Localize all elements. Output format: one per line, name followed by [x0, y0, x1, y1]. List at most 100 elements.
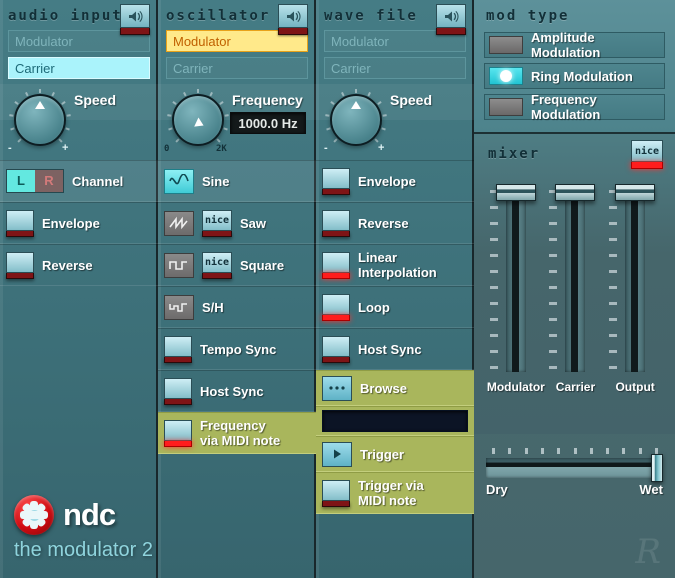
wave-file-linear-interpolation-label: Linear Interpolation: [358, 250, 437, 280]
dry-wet-track[interactable]: [486, 454, 663, 482]
mod-type-frequency-modulation[interactable]: Frequency Modulation: [484, 92, 665, 122]
wave-file-linear-interpolation-toggle[interactable]: [322, 251, 350, 279]
channel-left-button[interactable]: L: [7, 170, 35, 192]
wave-file-row-trigger[interactable]: Trigger: [316, 436, 474, 472]
audio-input-row-reverse[interactable]: Reverse: [0, 244, 158, 286]
wave-file-browse-label: Browse: [360, 380, 407, 396]
oscillator-square-nice-button[interactable]: nice: [202, 251, 232, 279]
oscillator-row-saw[interactable]: nice Saw: [158, 202, 316, 244]
wave-file-speaker-button[interactable]: [436, 4, 466, 35]
audio-input-reverse-toggle[interactable]: [6, 251, 34, 279]
audio-input-source-carrier[interactable]: Carrier: [8, 57, 150, 79]
toggle-pad: [164, 419, 192, 441]
audio-input-speed-knob[interactable]: [9, 89, 71, 146]
mod-type-ring-modulation[interactable]: Ring Modulation: [484, 63, 665, 89]
fader-handle[interactable]: [555, 184, 596, 201]
fader-track[interactable]: [625, 188, 646, 372]
oscillator-sample-hold-label: S/H: [202, 299, 224, 315]
oscillator-saw-nice-led: [202, 230, 232, 237]
toggle-pad: [322, 335, 350, 357]
saw-wave-icon[interactable]: [164, 210, 194, 236]
wave-file-row-reverse[interactable]: Reverse: [316, 202, 474, 244]
fader-track[interactable]: [505, 188, 526, 372]
audio-input-reverse-label: Reverse: [42, 257, 93, 273]
wave-file-row-loop[interactable]: Loop: [316, 286, 474, 328]
oscillator-frequency-knob[interactable]: [167, 89, 229, 146]
mod-type-amplitude-modulation[interactable]: Amplitude Modulation: [484, 30, 665, 60]
wave-file-path-display[interactable]: [322, 410, 468, 432]
oscillator-row-host-sync[interactable]: Host Sync: [158, 370, 316, 412]
mixer-fader-output[interactable]: Output: [607, 180, 663, 394]
wave-file-row-envelope[interactable]: Envelope: [316, 160, 474, 202]
wave-file-row-linear-interpolation[interactable]: Linear Interpolation: [316, 244, 474, 286]
fader-scale: [549, 190, 558, 372]
square-wave-icon[interactable]: [164, 252, 194, 278]
wave-file-loop-label: Loop: [358, 299, 390, 315]
oscillator-frequency-label: Frequency: [232, 92, 303, 108]
oscillator-row-sine[interactable]: Sine: [158, 160, 316, 202]
wave-file-host-sync-toggle[interactable]: [322, 335, 350, 363]
wave-file-speed-knob[interactable]: [325, 89, 387, 146]
oscillator-row-square[interactable]: nice Square: [158, 244, 316, 286]
audio-input-row-channel[interactable]: L R Channel: [0, 160, 158, 202]
oscillator-row-sample-hold[interactable]: S/H: [158, 286, 316, 328]
oscillator-row-frequency-midi[interactable]: Frequency via MIDI note: [158, 412, 316, 454]
sample-hold-icon[interactable]: [164, 294, 194, 320]
mixer-faders: Modulator Carrier Output: [486, 180, 665, 394]
wave-file-row-host-sync[interactable]: Host Sync: [316, 328, 474, 370]
audio-input-envelope-toggle[interactable]: [6, 209, 34, 237]
mixer-fader-modulator[interactable]: Modulator: [487, 180, 545, 394]
mod-type-ring-label: Ring Modulation: [531, 68, 633, 84]
oscillator-saw-nice-button[interactable]: nice: [202, 209, 232, 237]
panel-right-column: mod type Amplitude Modulation Ring Modul…: [474, 0, 675, 578]
mixer-fader-carrier[interactable]: Carrier: [547, 180, 603, 394]
toggle-pad: [322, 479, 350, 501]
nice-pad: nice: [202, 209, 232, 231]
fader-track[interactable]: [565, 188, 586, 372]
oscillator-knob-max-label: 2K: [216, 144, 227, 154]
oscillator-tempo-sync-led: [164, 356, 192, 363]
audio-input-envelope-label: Envelope: [42, 215, 100, 231]
play-icon[interactable]: [322, 441, 352, 467]
wave-file-loop-led: [322, 314, 350, 321]
oscillator-options: Sine nice Saw nice Square S/H Tempo Sync…: [158, 160, 316, 454]
wave-file-row-trigger-midi[interactable]: Trigger via MIDI note: [316, 472, 474, 514]
panel-title-mod-type: mod type: [486, 8, 570, 24]
oscillator-frequency-midi-toggle[interactable]: [164, 419, 192, 447]
wave-file-reverse-toggle[interactable]: [322, 209, 350, 237]
wave-file-envelope-toggle[interactable]: [322, 167, 350, 195]
ellipsis-icon[interactable]: [322, 375, 352, 401]
oscillator-row-tempo-sync[interactable]: Tempo Sync: [158, 328, 316, 370]
wave-file-loop-toggle[interactable]: [322, 293, 350, 321]
brand-name: ndc: [63, 497, 116, 532]
wave-file-trigger-midi-toggle[interactable]: [322, 479, 350, 507]
wave-file-linear-interpolation-led: [322, 272, 350, 279]
section-mixer: mixer nice Modulator Carrier Output: [474, 134, 675, 434]
dry-wet-handle[interactable]: [651, 454, 663, 482]
audio-input-row-envelope[interactable]: Envelope: [0, 202, 158, 244]
ndc-star-logo-icon: [14, 495, 54, 535]
sine-wave-icon[interactable]: [164, 168, 194, 194]
section-dry-wet: Dry Wet: [474, 434, 675, 497]
fader-handle[interactable]: [615, 184, 656, 201]
toggle-pad: [322, 167, 350, 189]
oscillator-frequency-value[interactable]: 1000.0 Hz: [230, 112, 306, 134]
audio-input-speaker-button[interactable]: [120, 4, 150, 35]
oscillator-tempo-sync-toggle[interactable]: [164, 335, 192, 363]
channel-right-button[interactable]: R: [35, 170, 63, 192]
wave-file-source-carrier[interactable]: Carrier: [324, 57, 466, 79]
channel-lr-toggle[interactable]: L R: [6, 169, 64, 193]
oscillator-saw-label: Saw: [240, 215, 267, 231]
oscillator-host-sync-led: [164, 398, 192, 405]
speaker-icon: [278, 4, 308, 28]
panel-title-mixer: mixer: [488, 146, 541, 162]
oscillator-source-carrier[interactable]: Carrier: [166, 57, 308, 79]
wave-file-row-browse[interactable]: Browse: [316, 370, 474, 406]
audio-input-knob-max-label: +: [62, 142, 69, 154]
wave-file-options: Envelope Reverse Linear Interpolation Lo…: [316, 160, 474, 514]
toggle-pad: [322, 293, 350, 315]
nice-pad: nice: [202, 251, 232, 273]
oscillator-speaker-button[interactable]: [278, 4, 308, 35]
fader-handle[interactable]: [495, 184, 536, 201]
oscillator-host-sync-toggle[interactable]: [164, 377, 192, 405]
